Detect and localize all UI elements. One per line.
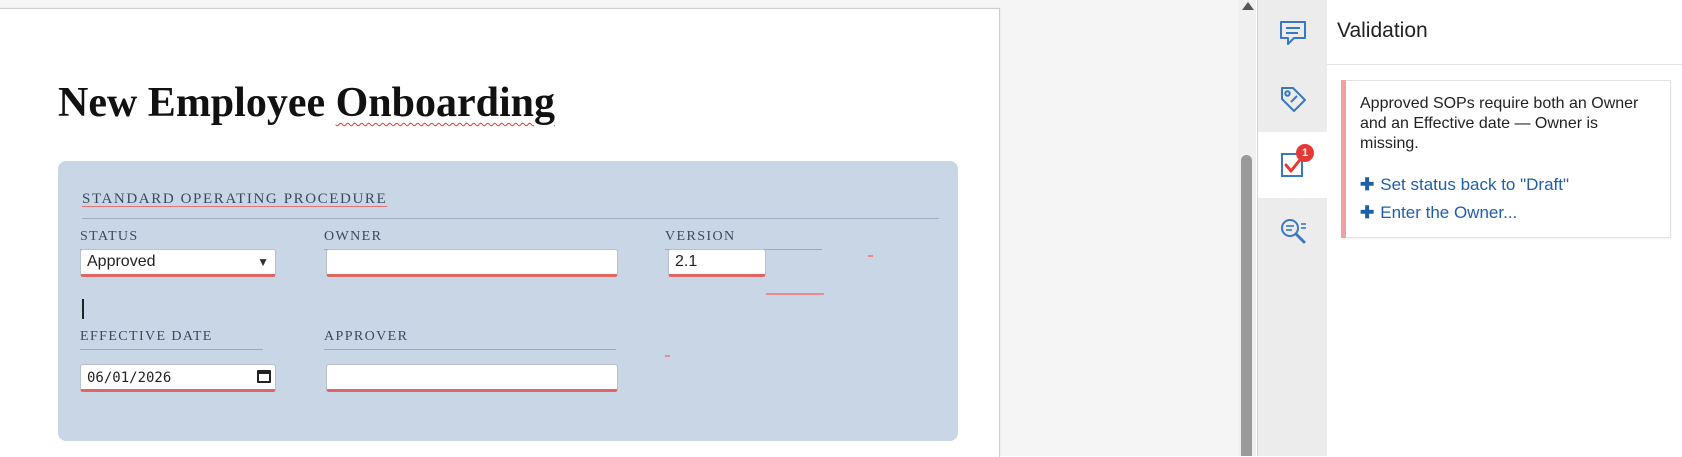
comment-icon [1280,21,1306,45]
set-status-draft-action[interactable]: ✚ Set status back to "Draft" [1360,175,1569,195]
search-icon [1281,219,1306,244]
document-page[interactable]: New Employee Onboarding STANDARD OPERATI… [0,8,1000,457]
chevron-down-icon: ▼ [257,255,269,269]
version-label: VERSION [665,229,822,250]
panel-title: Validation [1337,19,1428,42]
panel-divider [1327,64,1682,65]
sop-heading: STANDARD OPERATING PROCEDURE [82,191,939,219]
status-select[interactable]: Approved ▼ [80,249,276,277]
status-label: STATUS [80,229,263,250]
sop-properties-panel: STANDARD OPERATING PROCEDURE STATUS Appr… [58,161,958,441]
effective-date-label: EFFECTIVE DATE [80,329,263,350]
status-select-value: Approved [87,253,156,270]
version-input[interactable]: 2.1 [668,249,766,277]
page-title-text: New Employee [58,80,336,126]
enter-owner-action[interactable]: ✚ Enter the Owner... [1360,203,1517,223]
spell-marker [868,255,873,257]
vertical-scrollbar[interactable] [1238,0,1256,456]
tool-comments-button[interactable] [1258,0,1328,66]
spell-marker [665,355,670,357]
validation-issue-card: Approved SOPs require both an Owner and … [1341,80,1671,238]
sop-heading-text: STANDARD OPERATING PROCEDURE [82,191,388,207]
tool-validation-button[interactable]: 1 [1258,132,1328,198]
side-tool-strip: 1 [1257,0,1328,456]
editor-area: New Employee Onboarding STANDARD OPERATI… [0,0,1238,457]
scroll-thumb[interactable] [1241,155,1252,456]
plus-icon: ✚ [1360,203,1375,222]
tool-search-button[interactable] [1258,198,1328,264]
owner-input[interactable] [326,249,618,277]
page-title[interactable]: New Employee Onboarding [58,79,555,127]
tool-tags-button[interactable] [1258,66,1328,132]
calendar-icon[interactable] [257,370,271,383]
version-input-value: 2.1 [675,253,698,270]
tag-icon [1281,87,1306,112]
plus-icon: ✚ [1360,175,1375,194]
text-caret [82,299,84,319]
approver-label: APPROVER [324,329,616,350]
validation-message: Approved SOPs require both an Owner and … [1360,95,1639,152]
error-indicator-bar [1341,80,1346,238]
effective-date-input[interactable]: 06/01/2026 [80,364,276,392]
owner-label: OWNER [324,229,616,250]
validation-panel: Validation Approved SOPs require both an… [1327,0,1682,456]
set-status-draft-label: Set status back to "Draft" [1380,175,1570,194]
enter-owner-label: Enter the Owner... [1380,203,1518,222]
effective-date-value: 06/01/2026 [87,370,172,386]
scroll-up-arrow-icon[interactable] [1242,2,1254,10]
version-underline [766,293,824,295]
validation-count-badge: 1 [1296,144,1314,162]
page-title-misspelled-word: Onboarding [335,80,556,126]
approver-input[interactable] [326,364,618,392]
